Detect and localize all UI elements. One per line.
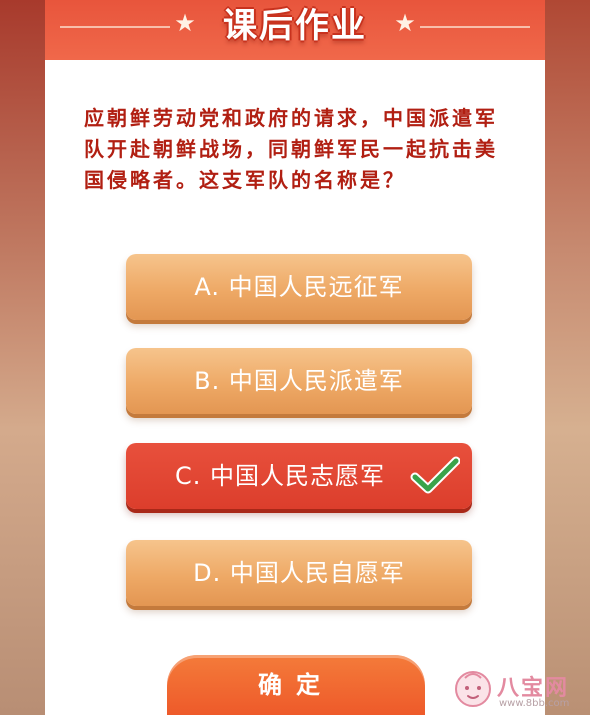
page-title: 课后作业	[223, 6, 367, 46]
header-divider-right	[420, 26, 530, 28]
header-divider-left	[60, 26, 170, 28]
baby-face-logo-icon	[455, 671, 491, 707]
question-text: 应朝鲜劳动党和政府的请求，中国派遣军队开赴朝鲜战场，同朝鲜军民一起抗击美国侵略者…	[84, 106, 498, 192]
star-icon: ★	[394, 9, 416, 37]
option-label: A. 中国人民远征军	[194, 273, 404, 301]
background-left	[0, 0, 45, 715]
option-b-button[interactable]: B. 中国人民派遣军	[126, 348, 472, 414]
option-label: B. 中国人民派遣军	[194, 367, 404, 395]
checkmark-icon	[410, 456, 460, 494]
watermark: 八宝网 www.8bb.com	[453, 668, 583, 712]
option-label: C. 中国人民志愿军	[174, 462, 385, 490]
watermark-url: www.8bb.com	[499, 698, 570, 709]
option-label: D. 中国人民自愿军	[193, 559, 405, 587]
confirm-button[interactable]: 确定	[167, 655, 425, 715]
background-right	[545, 0, 590, 715]
option-c-button[interactable]: C. 中国人民志愿军	[126, 443, 472, 509]
star-icon: ★	[174, 9, 196, 37]
option-d-button[interactable]: D. 中国人民自愿军	[126, 540, 472, 606]
option-a-button[interactable]: A. 中国人民远征军	[126, 254, 472, 320]
